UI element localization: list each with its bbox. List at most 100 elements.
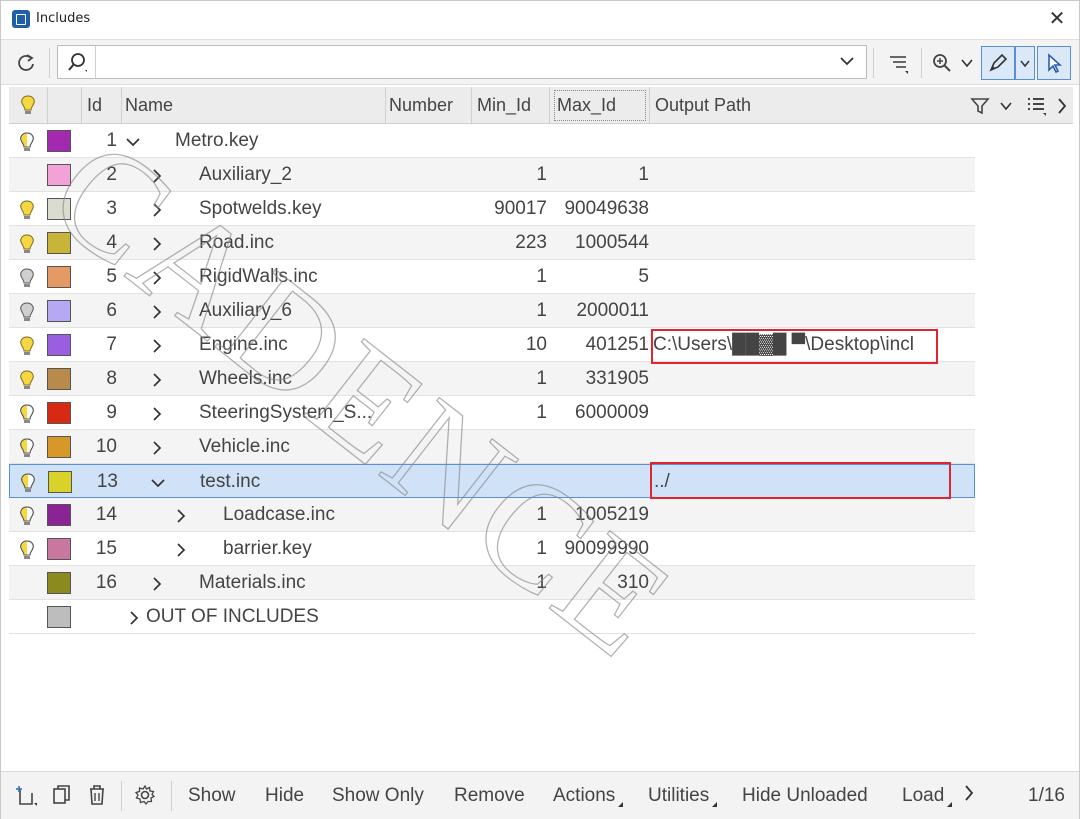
color-swatch[interactable] <box>47 368 71 390</box>
table-row[interactable]: 6 Auxiliary_6 1 2000011 <box>9 294 975 328</box>
expand-toggle[interactable] <box>149 294 165 328</box>
show-button[interactable]: Show <box>188 783 236 809</box>
expand-toggle[interactable] <box>149 430 165 464</box>
row-name: RigidWalls.inc <box>199 266 318 287</box>
expand-toggle[interactable] <box>149 566 165 600</box>
delete-button[interactable] <box>84 783 110 809</box>
show-only-button[interactable]: Show Only <box>332 783 424 809</box>
table-row[interactable]: 2 Auxiliary_2 1 1 <box>9 158 975 192</box>
highlight-mode-dropdown[interactable] <box>1015 46 1035 80</box>
color-swatch[interactable] <box>47 504 71 526</box>
chevron-right-icon <box>153 373 162 387</box>
filter-list-button[interactable] <box>883 48 913 78</box>
header-number[interactable]: Number <box>389 87 453 124</box>
expand-toggle[interactable] <box>149 260 165 294</box>
table-row[interactable]: 14 Loadcase.inc 1 1005219 <box>9 498 975 532</box>
color-swatch[interactable] <box>47 402 71 424</box>
expand-toggle[interactable] <box>150 465 166 499</box>
row-min-id: 1 <box>536 572 547 593</box>
color-swatch[interactable] <box>48 471 72 493</box>
actions-menu-button[interactable]: Actions <box>553 783 624 809</box>
visibility-bulb-icon[interactable] <box>18 437 36 459</box>
expand-toggle[interactable] <box>149 226 165 260</box>
header-output-path[interactable]: Output Path <box>655 87 751 124</box>
new-include-button[interactable] <box>13 783 39 809</box>
color-swatch[interactable] <box>47 198 71 220</box>
refresh-button[interactable] <box>11 48 41 78</box>
more-actions-button[interactable] <box>956 783 982 809</box>
header-visibility[interactable] <box>19 87 37 124</box>
color-swatch[interactable] <box>47 538 71 560</box>
expand-toggle[interactable] <box>149 192 165 226</box>
expand-toggle[interactable] <box>149 158 165 192</box>
settings-button[interactable] <box>132 783 158 809</box>
expand-toggle[interactable] <box>149 396 165 430</box>
scroll-columns-right-button[interactable] <box>1055 87 1069 124</box>
copy-button[interactable] <box>49 783 75 809</box>
table-row[interactable]: 16 Materials.inc 1 310 <box>9 566 975 600</box>
header-name[interactable]: Name <box>125 87 173 124</box>
expand-toggle[interactable] <box>125 124 141 158</box>
expand-toggle[interactable] <box>173 498 189 532</box>
search-history-dropdown[interactable] <box>838 52 858 72</box>
row-name: Engine.inc <box>199 334 288 355</box>
table-row[interactable]: 1 Metro.key <box>9 124 975 158</box>
color-swatch[interactable] <box>47 130 71 152</box>
expand-toggle[interactable] <box>149 328 165 362</box>
color-swatch[interactable] <box>47 572 71 594</box>
table-row[interactable]: 4 Road.inc 223 1000544 <box>9 226 975 260</box>
table-row[interactable]: 9 SteeringSystem_S... 1 6000009 <box>9 396 975 430</box>
select-mode-button[interactable] <box>1037 46 1071 80</box>
column-filter-button[interactable] <box>969 87 991 124</box>
visibility-bulb-icon[interactable] <box>18 539 36 561</box>
color-swatch[interactable] <box>47 606 71 628</box>
visibility-bulb-icon[interactable] <box>18 335 36 357</box>
visibility-bulb-icon[interactable] <box>18 267 36 289</box>
color-swatch[interactable] <box>47 300 71 322</box>
visibility-bulb-icon[interactable] <box>18 403 36 425</box>
header-id[interactable]: Id <box>87 87 123 124</box>
row-id: 7 <box>106 334 117 355</box>
row-min-id <box>471 124 547 158</box>
visibility-bulb-icon[interactable] <box>18 131 36 153</box>
color-swatch[interactable] <box>47 436 71 458</box>
hide-button[interactable]: Hide <box>265 783 304 809</box>
visibility-bulb-icon[interactable] <box>19 472 37 494</box>
visibility-bulb-icon[interactable] <box>18 505 36 527</box>
visibility-bulb-icon[interactable] <box>18 199 36 221</box>
hide-unloaded-button[interactable]: Hide Unloaded <box>742 783 868 809</box>
zoom-dropdown[interactable] <box>957 48 977 78</box>
expand-toggle[interactable] <box>173 532 189 566</box>
filter-dropdown[interactable] <box>999 87 1013 124</box>
visibility-bulb-icon[interactable] <box>18 233 36 255</box>
cursor-arrow-icon <box>1048 53 1063 74</box>
column-chooser-button[interactable] <box>1025 87 1047 124</box>
search-input[interactable] <box>98 48 828 76</box>
visibility-bulb-icon[interactable] <box>18 301 36 323</box>
expand-toggle[interactable] <box>127 600 141 634</box>
zoom-button[interactable] <box>927 48 957 78</box>
load-menu-button[interactable]: Load <box>902 783 953 809</box>
color-swatch[interactable] <box>47 266 71 288</box>
remove-button[interactable]: Remove <box>454 783 525 809</box>
table-row[interactable]: OUT OF INCLUDES <box>9 600 975 634</box>
close-button[interactable]: ✕ <box>1045 7 1069 31</box>
table-row[interactable]: 15 barrier.key 1 90099990 <box>9 532 975 566</box>
chevron-right-icon <box>153 271 162 285</box>
search-options-button[interactable] <box>58 46 96 78</box>
table-row[interactable]: 5 RigidWalls.inc 1 5 <box>9 260 975 294</box>
table-row[interactable]: 10 Vehicle.inc <box>9 430 975 464</box>
color-swatch[interactable] <box>47 232 71 254</box>
row-max-id <box>550 465 650 499</box>
header-max-id[interactable]: Max_Id <box>551 87 649 124</box>
color-swatch[interactable] <box>47 164 71 186</box>
color-swatch[interactable] <box>47 334 71 356</box>
header-min-id[interactable]: Min_Id <box>477 87 531 124</box>
highlight-mode-button[interactable] <box>981 46 1015 80</box>
expand-toggle[interactable] <box>149 362 165 396</box>
table-row[interactable]: 8 Wheels.inc 1 331905 <box>9 362 975 396</box>
utilities-menu-button[interactable]: Utilities <box>648 783 718 809</box>
bottom-toolbar: Show Hide Show Only Remove Actions Utili… <box>1 771 1079 819</box>
visibility-bulb-icon[interactable] <box>18 369 36 391</box>
table-row[interactable]: 3 Spotwelds.key 90017 90049638 <box>9 192 975 226</box>
